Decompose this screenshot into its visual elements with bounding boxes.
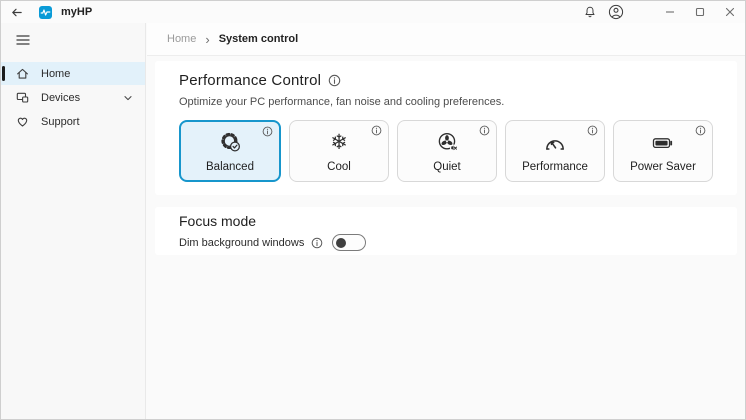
maximize-button[interactable]	[685, 1, 715, 23]
sidebar-item-home[interactable]: Home	[1, 62, 145, 85]
back-arrow-icon	[10, 6, 23, 19]
sidebar-item-label: Support	[41, 116, 80, 128]
sidebar-item-label: Devices	[41, 92, 80, 104]
devices-icon	[15, 90, 30, 105]
sidebar-item-devices[interactable]: Devices	[1, 86, 145, 109]
breadcrumb-current: System control	[219, 33, 298, 45]
toggle-knob	[336, 238, 346, 248]
performance-control-description: Optimize your PC performance, fan noise …	[179, 96, 713, 108]
mode-card-performance[interactable]: Performance	[505, 120, 605, 182]
app-title: myHP	[61, 6, 92, 18]
gauge-icon	[542, 130, 568, 156]
person-icon	[608, 4, 624, 20]
maximize-icon	[695, 7, 705, 17]
sidebar-item-support[interactable]: Support	[1, 110, 145, 133]
breadcrumb-home-link[interactable]: Home	[167, 33, 196, 45]
info-icon[interactable]	[479, 125, 490, 136]
mode-card-quiet[interactable]: Quiet	[397, 120, 497, 182]
dim-background-label: Dim background windows	[179, 237, 304, 249]
info-icon[interactable]	[695, 125, 706, 136]
close-button[interactable]	[715, 1, 745, 23]
mode-label: Balanced	[206, 161, 254, 173]
info-icon[interactable]	[587, 125, 598, 136]
info-icon[interactable]	[262, 126, 273, 137]
mode-card-balanced[interactable]: Balanced	[179, 120, 281, 182]
sidebar-item-label: Home	[41, 68, 70, 80]
account-button[interactable]	[603, 1, 629, 23]
minimize-icon	[665, 7, 675, 17]
mode-label: Quiet	[433, 161, 461, 173]
mode-label: Power Saver	[630, 161, 696, 173]
menu-button[interactable]	[7, 28, 39, 52]
sidebar: Home Devices Support	[1, 23, 146, 419]
gear-check-icon	[218, 130, 243, 156]
info-icon[interactable]	[371, 125, 382, 136]
mode-card-power-saver[interactable]: Power Saver	[613, 120, 713, 182]
mode-card-cool[interactable]: ❄ Cool	[289, 120, 389, 182]
window-controls	[655, 1, 745, 23]
home-icon	[15, 66, 30, 81]
battery-icon	[650, 130, 676, 156]
fan-mute-icon	[435, 130, 460, 156]
performance-control-title: Performance Control	[179, 72, 321, 89]
mode-label: Cool	[327, 161, 351, 173]
content-area: Home › System control Performance Contro…	[147, 23, 745, 419]
focus-mode-section: Focus mode Dim background windows	[155, 207, 737, 255]
myhp-logo-icon	[39, 6, 52, 19]
chevron-down-icon	[123, 93, 133, 103]
myhp-window: myHP	[0, 0, 746, 420]
dim-background-toggle[interactable]	[332, 234, 366, 251]
performance-control-section: Performance Control Optimize your PC per…	[155, 61, 737, 195]
close-icon	[725, 7, 735, 17]
info-icon[interactable]	[328, 74, 341, 87]
breadcrumb-separator-icon: ›	[205, 33, 209, 46]
breadcrumb: Home › System control	[147, 23, 745, 56]
bell-icon	[583, 5, 597, 19]
focus-mode-title: Focus mode	[179, 213, 713, 229]
mode-label: Performance	[522, 161, 588, 173]
back-button[interactable]	[1, 1, 31, 23]
info-icon[interactable]	[311, 237, 323, 249]
hamburger-icon	[16, 34, 30, 46]
snowflake-icon: ❄	[330, 130, 348, 156]
support-icon	[15, 114, 30, 129]
minimize-button[interactable]	[655, 1, 685, 23]
titlebar: myHP	[1, 1, 745, 23]
notifications-button[interactable]	[577, 1, 603, 23]
performance-mode-cards: Balanced ❄ Cool	[179, 120, 713, 182]
